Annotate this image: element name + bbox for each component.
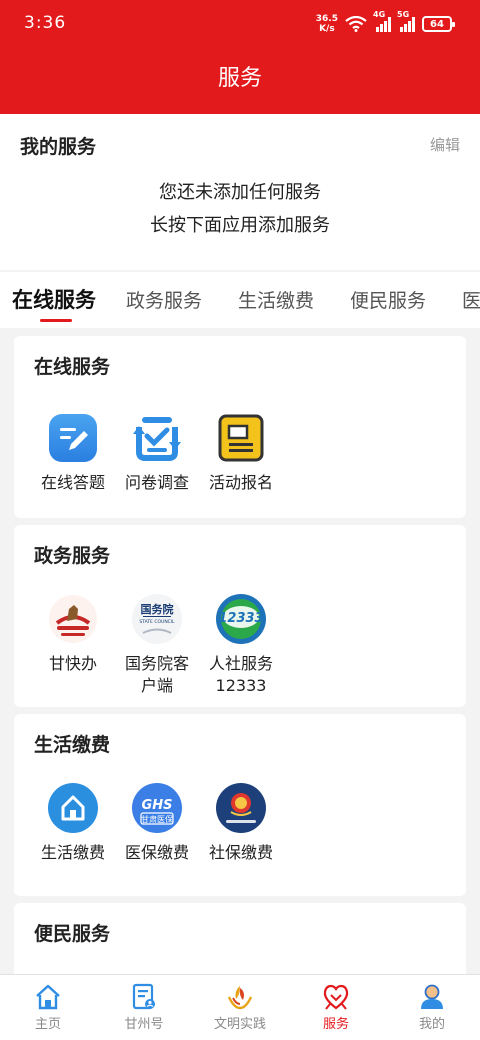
my-services-title: 我的服务 [20,136,97,158]
state-council-icon: 国务院 STATE COUNCIL [131,593,183,645]
tab-life-payment[interactable]: 生活缴费 [238,286,314,313]
civilization-icon [226,983,254,1011]
service-list[interactable]: 在线服务 在线答题 问卷调查 活动报名 政务服务 甘快办 国务院 STATE C… [0,328,480,974]
online-services-card: 在线服务 在线答题 问卷调查 活动报名 [14,336,466,518]
nav-ganzhou-account[interactable]: 甘州号 [96,975,192,1040]
service-heart-icon [322,983,350,1011]
tab-convenience[interactable]: 便民服务 [350,286,426,313]
section-title: 政务服务 [34,545,111,567]
section-title: 便民服务 [34,923,111,945]
convenience-card: 便民服务 [14,903,466,974]
tab-active-indicator [40,319,72,322]
user-icon [418,983,446,1011]
svg-text:12333: 12333 [218,611,263,626]
svg-text:STATE COUNCIL: STATE COUNCIL [139,619,175,625]
svg-text:甘肃医保: 甘肃医保 [141,814,173,824]
status-bar: 3:36 36.5 K/s 4G 5G 64 [0,0,480,48]
app-event-signup[interactable]: 活动报名 [196,412,286,494]
app-online-quiz[interactable]: 在线答题 [28,412,118,494]
app-medical-insurance[interactable]: GHS 甘肃医保 医保缴费 [112,782,202,864]
app-hr-12333[interactable]: 12333 人社服务 12333 [196,593,286,697]
svg-text:国务院: 国务院 [141,602,174,616]
status-time: 3:36 [24,13,67,33]
signal-4g-icon: 4G [373,10,391,32]
signup-icon [215,412,267,464]
category-tabs: 在线服务 政务服务 生活缴费 便民服务 医 [0,272,480,328]
app-gankuaiban[interactable]: 甘快办 [28,593,118,675]
life-payment-card: 生活缴费 生活缴费 GHS 甘肃医保 医保缴费 社保缴费 [14,714,466,896]
house-icon [47,782,99,834]
pencil-icon [47,412,99,464]
svg-text:GHS: GHS [142,798,173,813]
app-state-council[interactable]: 国务院 STATE COUNCIL 国务院客 户端 [112,593,202,697]
tab-online-services[interactable]: 在线服务 [12,284,96,314]
hr-12333-icon: 12333 [215,593,267,645]
app-survey[interactable]: 问卷调查 [112,412,202,494]
home-icon [34,983,62,1011]
section-title: 在线服务 [34,356,111,378]
battery-icon: 64 [422,16,455,32]
wifi-icon [345,16,367,32]
tab-gov-services[interactable]: 政务服务 [126,286,202,313]
page-title: 服务 [0,48,480,114]
my-services-panel: 我的服务 编辑 您还未添加任何服务 长按下面应用添加服务 [0,114,480,270]
network-speed: 36.5 K/s [315,14,338,34]
nav-home[interactable]: 主页 [0,975,96,1040]
empty-hint-line1: 您还未添加任何服务 [159,182,321,203]
nav-mine[interactable]: 我的 [384,975,480,1040]
app-life-payment[interactable]: 生活缴费 [28,782,118,864]
bottom-nav: 主页 甘州号 文明实践 服务 我的 [0,974,480,1040]
tab-medical[interactable]: 医 [462,286,480,313]
section-title: 生活缴费 [34,734,111,756]
app-social-insurance[interactable]: 社保缴费 [196,782,286,864]
medical-insurance-icon: GHS 甘肃医保 [131,782,183,834]
status-icons: 36.5 K/s 4G 5G 64 [315,10,455,38]
edit-button[interactable]: 编辑 [430,134,460,155]
signal-5g-icon: 5G [397,10,415,32]
account-icon [130,983,158,1011]
nav-civilization[interactable]: 文明实践 [192,975,288,1040]
gov-services-card: 政务服务 甘快办 国务院 STATE COUNCIL 国务院客 户端 12333… [14,525,466,707]
survey-icon [131,412,183,464]
tax-emblem-icon [215,782,267,834]
gankuaiban-icon [47,593,99,645]
empty-hint-line2: 长按下面应用添加服务 [150,215,330,236]
nav-service[interactable]: 服务 [288,975,384,1040]
